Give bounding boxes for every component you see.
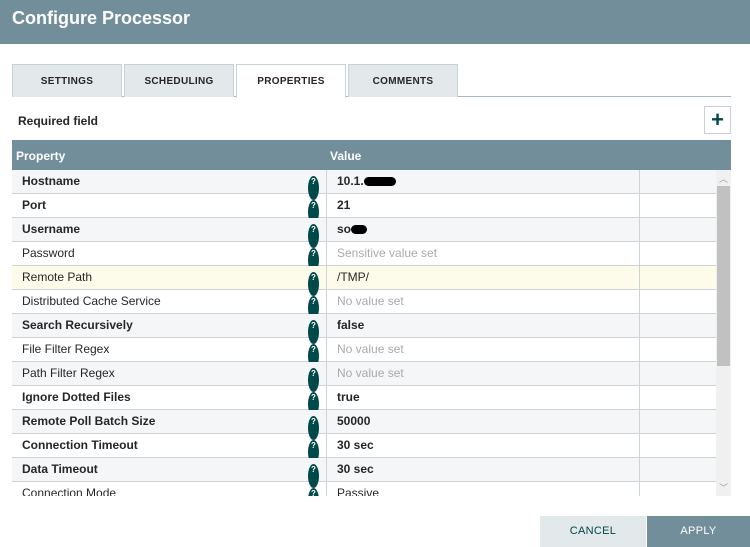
property-actions-cell [639,386,716,410]
property-actions-cell [639,338,716,362]
scrollbar[interactable]: ︿ ﹀ [716,170,731,496]
table-row[interactable]: Path Filter Regex ? No value set [12,362,716,392]
table-row[interactable]: Hostname ? 10.1. [12,170,716,200]
property-actions-cell [639,170,716,194]
scroll-up-icon[interactable]: ︿ [716,172,731,185]
apply-button[interactable]: APPLY [647,516,750,547]
property-actions-cell [639,194,716,218]
property-value[interactable]: 30 sec [326,434,639,458]
table-row[interactable]: Remote Poll Batch Size ? 50000 [12,410,716,440]
property-name: File Filter Regex [22,342,110,356]
property-actions-cell [639,242,716,266]
property-name: Password [22,246,75,260]
property-name: Path Filter Regex [22,366,115,380]
table-row[interactable]: Ignore Dotted Files ? true [12,386,716,416]
table-row[interactable]: Password ? Sensitive value set [12,242,716,272]
property-value-text: No value set [337,294,404,308]
property-value[interactable]: false [326,314,639,338]
property-value[interactable]: /TMP/ [326,266,639,290]
property-value[interactable]: 50000 [326,410,639,434]
property-value[interactable]: No value set [326,362,639,386]
property-value[interactable]: true [326,386,639,410]
property-value-text: false [337,318,365,332]
property-value[interactable]: No value set [326,338,639,362]
property-actions-cell [639,458,716,482]
redaction-mark [363,177,396,187]
property-value-text: true [337,390,360,404]
table-row[interactable]: Connection Timeout ? 30 sec [12,434,716,464]
tab-comments[interactable]: COMMENTS [348,64,458,97]
properties-table: Property Value Hostname ? 10.1. Port ? 2… [12,140,731,496]
property-value-text: Sensitive value set [337,246,438,260]
table-row[interactable]: Data Timeout ? 30 sec [12,458,716,488]
scroll-down-icon[interactable]: ﹀ [716,481,731,494]
redaction-mark [351,225,368,235]
table-header: Property Value [12,140,731,170]
table-row[interactable]: Search Recursively ? false [12,314,716,344]
property-actions-cell [639,410,716,434]
value-column-header: Value [330,149,362,163]
property-value[interactable]: so [326,218,639,242]
property-name: Remote Path [22,270,93,284]
property-actions-cell [639,482,716,496]
property-value[interactable]: 30 sec [326,458,639,482]
tab-properties[interactable]: PROPERTIES [236,64,346,98]
property-name: Distributed Cache Service [22,294,161,308]
table-row[interactable]: Port ? 21 [12,194,716,224]
property-name: Ignore Dotted Files [22,390,131,404]
scrollbar-thumb[interactable] [717,186,730,366]
property-value[interactable]: 10.1. [326,170,639,194]
property-name: Hostname [22,174,81,188]
property-name: Username [22,222,81,236]
property-value[interactable]: No value set [326,290,639,314]
property-value-text: 50000 [337,414,371,428]
help-icon[interactable]: ? [308,488,319,496]
table-row[interactable]: Distributed Cache Service ? No value set [12,290,716,320]
property-name: Port [22,198,46,212]
table-row[interactable]: Username ? so [12,218,716,248]
cancel-button[interactable]: CANCEL [540,516,646,547]
dialog-title: Configure Processor [0,0,750,44]
tab-scheduling[interactable]: SCHEDULING [124,64,234,97]
property-value[interactable]: Passive [326,482,639,496]
property-value-text: 10.1. [337,174,364,188]
property-actions-cell [639,362,716,386]
property-value-text: 30 sec [337,462,374,476]
property-value-text: 21 [337,198,351,212]
table-row[interactable]: File Filter Regex ? No value set [12,338,716,368]
add-property-button[interactable]: + [704,106,731,134]
table-row[interactable]: Connection Mode ? Passive [12,482,716,496]
property-value-text: 30 sec [337,438,374,452]
property-name: Connection Mode [22,486,117,496]
property-value-text: so [337,222,352,236]
property-value-text: Passive [337,486,380,496]
property-value-text: No value set [337,366,404,380]
property-name: Data Timeout [22,462,98,476]
required-field-label: Required field [18,114,99,128]
property-value[interactable]: Sensitive value set [326,242,639,266]
property-actions-cell [639,314,716,338]
property-name: Connection Timeout [22,438,138,452]
property-actions-cell [639,434,716,458]
tab-bar: SETTINGS SCHEDULING PROPERTIES COMMENTS [12,64,731,98]
property-actions-cell [639,290,716,314]
property-column-header: Property [16,149,66,163]
property-name: Remote Poll Batch Size [22,414,156,428]
property-value-text: /TMP/ [337,270,369,284]
property-value-text: No value set [337,342,404,356]
property-actions-cell [639,266,716,290]
tab-settings[interactable]: SETTINGS [12,64,122,97]
property-actions-cell [639,218,716,242]
property-name: Search Recursively [22,318,133,332]
table-row[interactable]: Remote Path ? /TMP/ [12,266,716,296]
property-value[interactable]: 21 [326,194,639,218]
